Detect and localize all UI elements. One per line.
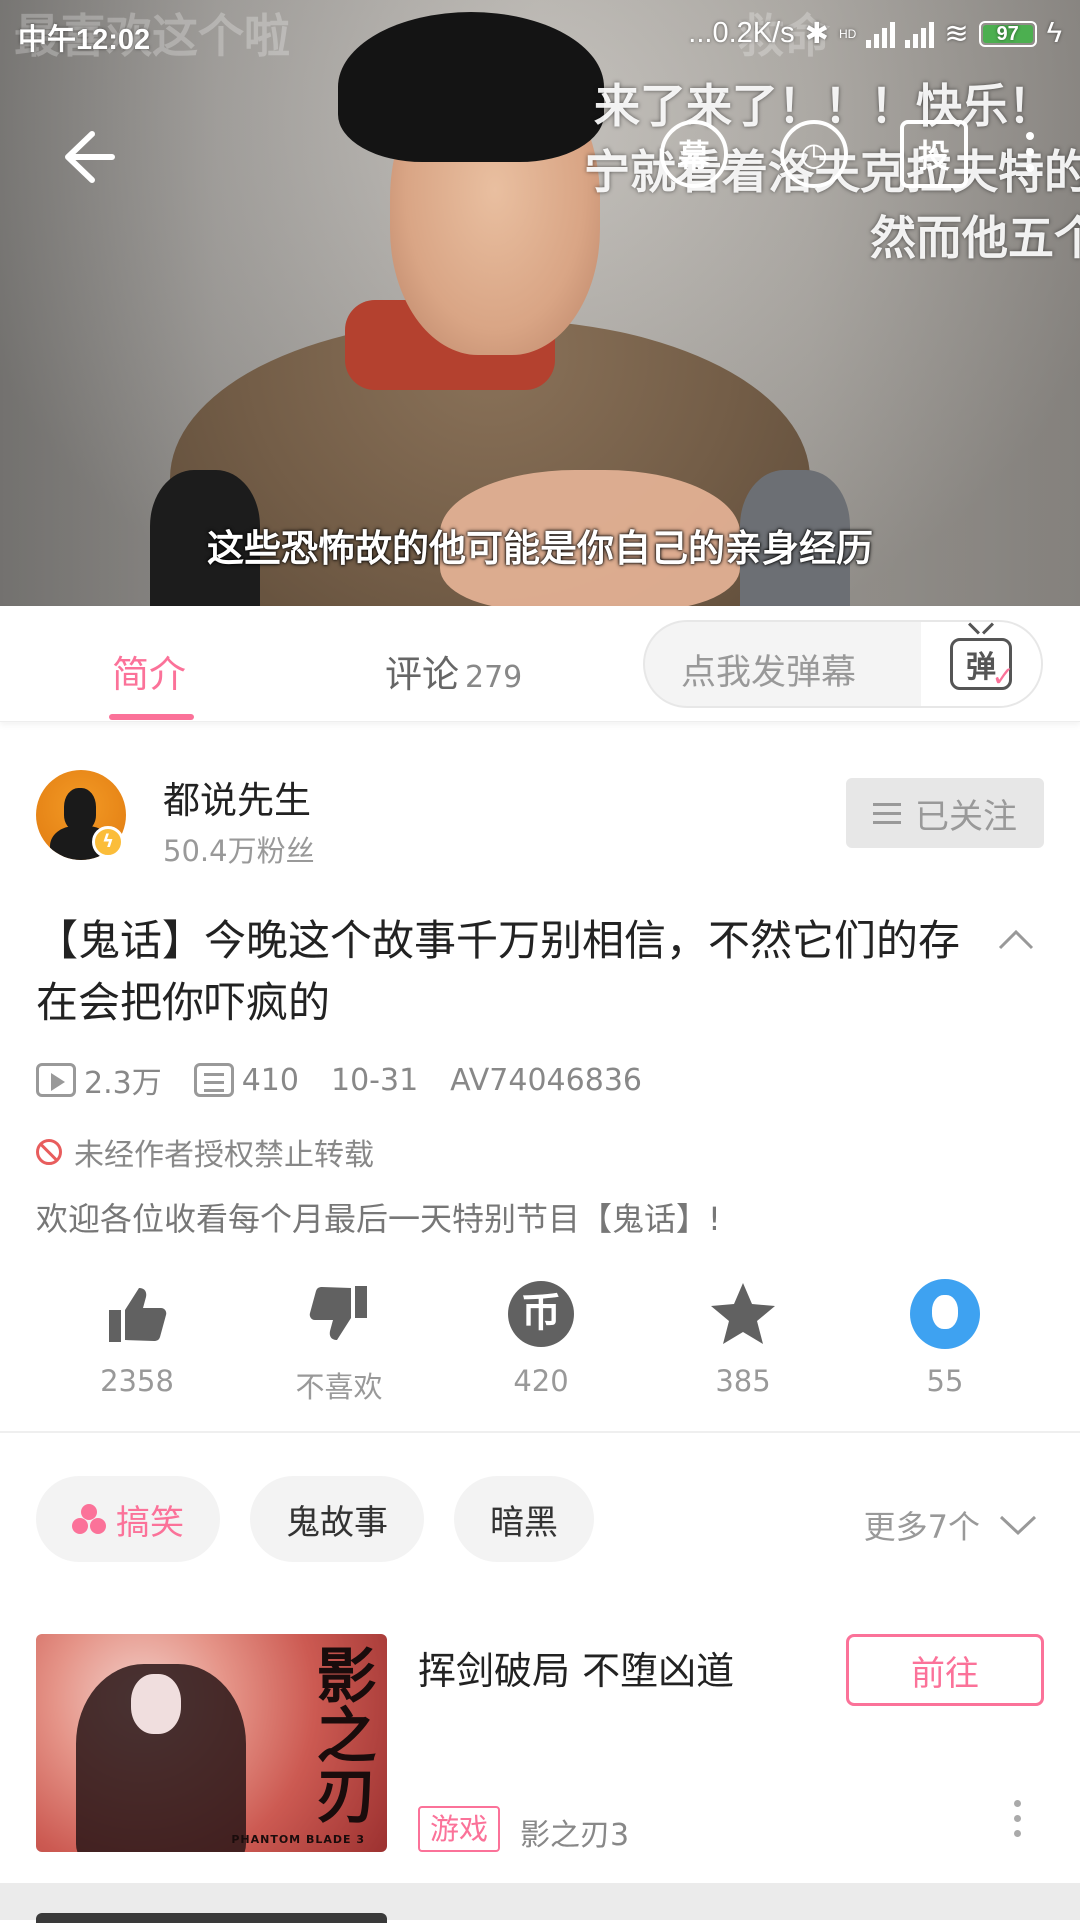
tag-chip[interactable]: 鬼故事 — [250, 1476, 424, 1562]
signal-icon — [866, 20, 896, 48]
player-top-controls: 幕 ◷ 投 — [660, 120, 1080, 188]
back-arrow-icon — [65, 131, 115, 183]
charging-icon: ϟ — [1046, 17, 1062, 49]
uploader-fans: 50.4万粉丝 — [163, 834, 315, 868]
verified-badge-icon: ϟ — [92, 826, 124, 858]
follow-button-label: 已关注 — [915, 796, 1017, 837]
collapse-button[interactable] — [996, 920, 1036, 960]
chevron-up-icon — [998, 929, 1034, 950]
danmaku-tv-icon: 弹 ✓ — [950, 638, 1015, 693]
danmaku-count-icon — [193, 1063, 234, 1097]
like-button[interactable]: 2358 — [36, 1278, 238, 1406]
prohibited-icon — [36, 1139, 62, 1165]
danmaku-toggle-icon: 幕 — [677, 137, 710, 175]
battery-level: 97 — [996, 22, 1019, 45]
tag-list: 搞笑 鬼故事 暗黑 — [36, 1476, 594, 1562]
share-button[interactable]: 55 — [844, 1278, 1046, 1406]
favorite-count: 385 — [715, 1364, 771, 1398]
ad-category-badge: 游戏 — [418, 1806, 501, 1852]
status-time: 中午12:02 — [18, 24, 151, 56]
danmaku-comment: 然而他五个 — [870, 211, 1080, 265]
tag-chip[interactable]: 暗黑 — [454, 1476, 594, 1562]
tab-intro[interactable]: 简介 — [112, 644, 186, 698]
av-id: AV74046836 — [450, 1062, 642, 1098]
video-subtitle: 这些恐怖故的他可能是你自己的亲身经历 — [207, 527, 873, 570]
more-tags-button[interactable]: 更多7个 — [864, 1502, 1038, 1548]
tab-comments-count: 279 — [465, 660, 523, 695]
tab-intro-label: 简介 — [112, 653, 186, 696]
next-item-peek — [0, 1883, 1080, 1923]
battery-icon: 97 — [978, 20, 1037, 47]
section-divider — [0, 1431, 1080, 1433]
more-options-button[interactable] — [1020, 120, 1040, 188]
back-button[interactable] — [48, 122, 118, 192]
tab-comments-label: 评论 — [385, 653, 459, 696]
network-speed: ...0.2K/s — [688, 17, 795, 49]
danmaku-count: 410 — [193, 1063, 299, 1098]
view-count: 2.3万 — [36, 1058, 162, 1102]
video-meta: 2.3万 410 10-31 AV74046836 — [36, 1058, 674, 1102]
video-description: 欢迎各位收看每个月最后一天特别节目【鬼话】! — [36, 1200, 721, 1238]
chevron-down-icon — [999, 1515, 1037, 1536]
coin-button[interactable]: 币 420 — [440, 1278, 642, 1406]
check-icon: ✓ — [991, 660, 1015, 693]
signal-icon-2 — [905, 20, 935, 48]
cast-button[interactable]: 投 — [900, 120, 968, 188]
tag-chip[interactable]: 搞笑 — [36, 1476, 220, 1562]
thumbs-up-icon — [101, 1278, 173, 1350]
coin-icon: 币 — [508, 1281, 574, 1347]
thumbs-down-icon — [303, 1278, 375, 1350]
status-icons: ...0.2K/s ✱ HD ≋ 97 ϟ — [688, 16, 1062, 51]
bluetooth-icon: ✱ — [804, 18, 829, 50]
publish-date: 10-31 — [330, 1062, 419, 1098]
ad-title[interactable]: 挥剑破局 不堕凶道 — [418, 1640, 734, 1695]
ad-banner-caption: PHANTOM BLADE 3 — [231, 1833, 365, 1846]
video-title: 【鬼话】今晚这个故事千万别相信，不然它们的存在会把你吓疯的 — [36, 916, 961, 1027]
wifi-icon: ≋ — [944, 18, 969, 50]
tab-comments[interactable]: 评论 279 — [385, 644, 522, 698]
danmaku-input-placeholder: 点我发弹幕 — [681, 653, 857, 693]
ad-more-options-button[interactable] — [1014, 1800, 1021, 1837]
danmaku-send-button[interactable]: 弹 ✓ — [921, 622, 1041, 706]
timer-button[interactable]: ◷ — [780, 120, 848, 188]
like-count: 2358 — [100, 1364, 174, 1398]
uploader-name[interactable]: 都说先生 — [163, 770, 311, 824]
favorite-button[interactable]: 385 — [642, 1278, 844, 1406]
clock-icon: ◷ — [800, 135, 828, 173]
menu-icon — [873, 802, 901, 824]
cast-icon: 投 — [917, 137, 950, 175]
go-button[interactable]: 前往 — [846, 1634, 1044, 1706]
dislike-label: 不喜欢 — [295, 1370, 383, 1404]
danmaku-toggle-button[interactable]: 幕 — [660, 120, 728, 188]
ad-banner-calligraphy: 影之刃 — [306, 1644, 376, 1824]
repost-notice: 未经作者授权禁止转载 — [36, 1130, 374, 1174]
status-bar: 中午12:02 ...0.2K/s ✱ HD ≋ 97 ϟ — [0, 0, 1080, 72]
coin-count: 420 — [513, 1364, 569, 1398]
video-player[interactable]: 最喜欢这个啦 救命 来了来了！！！快乐！ 宁就看着洛夫克拉夫特的 然而他五个 中… — [0, 0, 1080, 606]
ad-game-name: 影之刃3 — [520, 1818, 630, 1853]
channel-icon — [72, 1504, 106, 1534]
star-icon — [707, 1278, 779, 1350]
action-bar: 2358 不喜欢 币 420 385 55 — [0, 1278, 1080, 1406]
ad-game-banner[interactable]: 影之刃 PHANTOM BLADE 3 — [36, 1634, 387, 1852]
tab-active-indicator — [109, 714, 194, 720]
danmaku-input[interactable]: 点我发弹幕 弹 ✓ — [643, 620, 1043, 708]
hd-label: HD — [838, 26, 857, 41]
dislike-button[interactable]: 不喜欢 — [238, 1278, 440, 1406]
follow-button[interactable]: 已关注 — [846, 778, 1044, 848]
play-count-icon — [36, 1063, 76, 1097]
share-count: 55 — [926, 1364, 964, 1398]
qq-share-icon — [910, 1279, 980, 1349]
